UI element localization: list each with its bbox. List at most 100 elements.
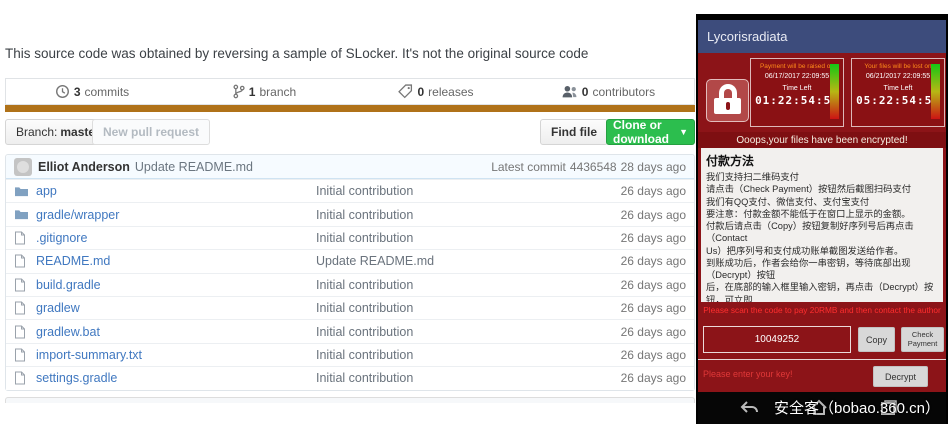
- readme-section-header: [5, 397, 695, 403]
- clone-or-download-button[interactable]: Clone or download ▼: [606, 119, 695, 145]
- file-age: 26 days ago: [566, 184, 686, 198]
- app-title-bar: Lycorisradiata: [698, 20, 946, 53]
- payment-controls: 10049252 Copy Check Payment Please enter…: [698, 318, 946, 392]
- file-age: 26 days ago: [566, 371, 686, 385]
- table-row: gradlew.bat Initial contribution 26 days…: [6, 319, 694, 342]
- table-row: import-summary.txt Initial contribution …: [6, 343, 694, 366]
- check-payment-button[interactable]: Check Payment: [901, 327, 944, 352]
- repo-stats-bar: 3 commits 1 branch 0 releases 0 contribu…: [5, 78, 695, 105]
- commit-message-link[interactable]: Initial contribution: [316, 208, 566, 222]
- payment-line: 后，在底部的输入框里输入密钥，再点击（Decrypt）按钮，可立即: [706, 281, 937, 302]
- stat-label: contributors: [592, 85, 655, 99]
- encrypted-banner: Ooops,your files have been encrypted!: [698, 132, 946, 148]
- latest-commit-bar: Elliot Anderson Update README.md Latest …: [6, 155, 694, 179]
- commit-message-link[interactable]: Initial contribution: [316, 231, 566, 245]
- serial-number-field[interactable]: 10049252: [703, 326, 851, 353]
- file-link[interactable]: README.md: [36, 254, 316, 268]
- table-row: app Initial contribution 26 days ago: [6, 179, 694, 202]
- file-link[interactable]: import-summary.txt: [36, 348, 316, 362]
- watermark-text: 安全客（bobao.360.cn）: [774, 397, 940, 418]
- commits-icon: [55, 84, 70, 99]
- scan-notice: Please scan the code to pay 20RMB and th…: [698, 302, 946, 318]
- file-link[interactable]: app: [36, 184, 316, 198]
- new-pull-request-button[interactable]: New pull request: [92, 119, 210, 145]
- countdown-gradient-bar: [931, 64, 940, 119]
- file-icon: [14, 231, 36, 245]
- stat-count: 0: [417, 85, 424, 99]
- file-icon: [14, 278, 36, 292]
- commit-message-link[interactable]: Initial contribution: [316, 184, 566, 198]
- branch-prefix: Branch:: [16, 125, 57, 139]
- commit-message-link[interactable]: Initial contribution: [316, 278, 566, 292]
- payment-method-heading: 付款方法: [706, 152, 937, 169]
- repo-description: This source code was obtained by reversi…: [5, 46, 694, 61]
- latest-commit-info: Latest commit 4436548 28 days ago: [491, 160, 686, 174]
- commit-message-link[interactable]: Initial contribution: [316, 301, 566, 315]
- ransom-note-body: 付款方法 我们支持扫二维码支付 请点击（Check Payment）按钮然后截图…: [698, 148, 946, 302]
- copy-button[interactable]: Copy: [858, 327, 895, 352]
- commit-message[interactable]: Update README.md: [135, 160, 253, 174]
- stat-commits[interactable]: 3 commits: [6, 84, 178, 99]
- file-age: 26 days ago: [566, 278, 686, 292]
- file-link[interactable]: gradlew.bat: [36, 325, 316, 339]
- file-link[interactable]: build.gradle: [36, 278, 316, 292]
- phone-screenshot: Lycorisradiata Payment will be raised on…: [696, 14, 948, 424]
- file-icon: [14, 348, 36, 362]
- chevron-down-icon: ▼: [679, 127, 688, 137]
- folder-icon: [14, 208, 36, 221]
- file-icon: [14, 371, 36, 385]
- table-row: gradle/wrapper Initial contribution 26 d…: [6, 202, 694, 225]
- lock-icon: [706, 79, 749, 122]
- commit-sha[interactable]: 4436548: [570, 160, 617, 174]
- file-link[interactable]: gradlew: [36, 301, 316, 315]
- decrypt-button[interactable]: Decrypt: [873, 366, 928, 387]
- file-link[interactable]: settings.gradle: [36, 371, 316, 385]
- latest-commit-label: Latest commit: [491, 160, 566, 174]
- file-icon: [14, 325, 36, 339]
- repo-actions-row: Branch: master ▼ New pull request Find f…: [5, 119, 695, 146]
- table-row: gradlew Initial contribution 26 days ago: [6, 296, 694, 319]
- commit-message-link[interactable]: Initial contribution: [316, 371, 566, 385]
- table-row: README.md Update README.md 26 days ago: [6, 249, 694, 272]
- payment-line: 到账成功后，作者会给你一串密钥，等待底部出现（Decrypt）按钮: [706, 257, 937, 282]
- file-age: 26 days ago: [566, 254, 686, 268]
- table-row: settings.gradle Initial contribution 26 …: [6, 366, 694, 389]
- branch-icon: [232, 84, 245, 99]
- file-icon: [14, 301, 36, 315]
- commit-age: 28 days ago: [621, 160, 686, 174]
- language-bar: [5, 105, 695, 112]
- table-row: build.gradle Initial contribution 26 day…: [6, 273, 694, 296]
- payment-line: 请点击（Check Payment）按钮然后截图扫码支付: [706, 183, 937, 195]
- stat-count: 3: [74, 85, 81, 99]
- file-age: 26 days ago: [566, 208, 686, 222]
- payment-line: 我们有QQ支付、微信支付、支付宝支付: [706, 196, 937, 208]
- file-age: 26 days ago: [566, 301, 686, 315]
- commit-message-link[interactable]: Initial contribution: [316, 348, 566, 362]
- avatar[interactable]: [14, 158, 32, 176]
- files-lost-panel: Your files will be lost on 06/21/2017 22…: [851, 58, 945, 127]
- file-age: 26 days ago: [566, 325, 686, 339]
- countdown-gradient-bar: [830, 64, 839, 119]
- payment-deadline-panel: Payment will be raised on 06/17/2017 22:…: [750, 58, 844, 127]
- payment-line: 要注意：付款金额不能低于在窗口上显示的金额。: [706, 208, 937, 220]
- ransom-header: Payment will be raised on 06/17/2017 22:…: [698, 53, 946, 132]
- file-icon: [14, 254, 36, 268]
- commit-message-link[interactable]: Update README.md: [316, 254, 566, 268]
- stat-releases[interactable]: 0 releases: [350, 84, 522, 99]
- file-link[interactable]: gradle/wrapper: [36, 208, 316, 222]
- file-browser: Elliot Anderson Update README.md Latest …: [5, 154, 695, 391]
- table-row: .gitignore Initial contribution 26 days …: [6, 226, 694, 249]
- payment-line: 付款后请点击（Copy）按钮复制好序列号后再点击（Contact: [706, 220, 937, 245]
- stat-count: 0: [582, 85, 589, 99]
- clone-label: Clone or download: [613, 118, 675, 146]
- commit-message-link[interactable]: Initial contribution: [316, 325, 566, 339]
- find-file-button[interactable]: Find file: [540, 119, 608, 145]
- key-input-field[interactable]: Please enter your key!: [703, 369, 793, 379]
- stat-branches[interactable]: 1 branch: [178, 84, 350, 99]
- stat-label: commits: [85, 85, 130, 99]
- commit-author[interactable]: Elliot Anderson: [38, 160, 130, 174]
- file-link[interactable]: .gitignore: [36, 231, 316, 245]
- back-icon[interactable]: [740, 399, 760, 417]
- stat-contributors[interactable]: 0 contributors: [522, 84, 694, 99]
- phone-screen: Lycorisradiata Payment will be raised on…: [698, 20, 946, 424]
